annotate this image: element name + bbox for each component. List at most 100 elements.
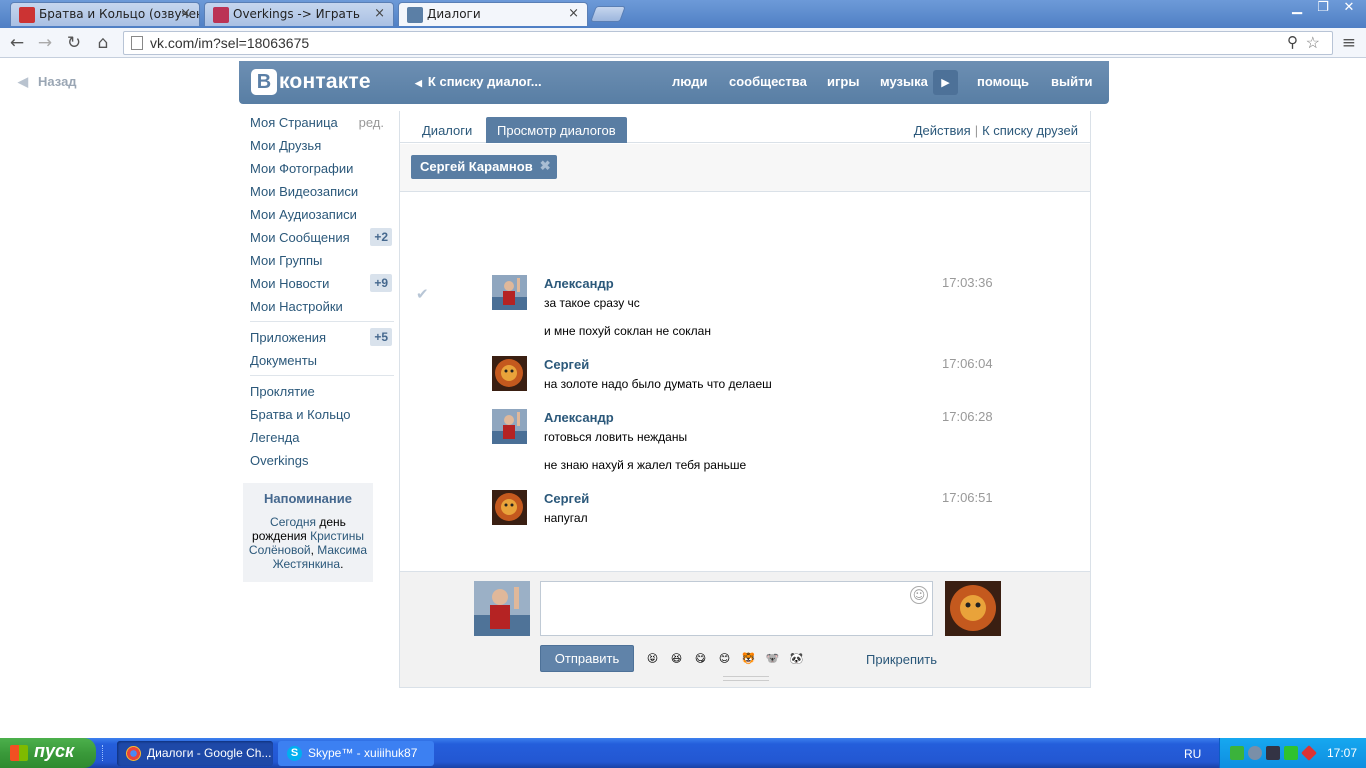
- menu-group-link[interactable]: Легенда: [242, 426, 394, 449]
- menu-documents[interactable]: Документы: [242, 349, 394, 372]
- nav-people[interactable]: люди: [672, 74, 707, 89]
- new-tab-button[interactable]: [590, 6, 626, 22]
- tab-label: Диалоги: [427, 7, 481, 21]
- back-to-dialogs-link[interactable]: ◀ К списку диалог...: [415, 74, 542, 89]
- menu-group-link[interactable]: Overkings: [242, 449, 394, 472]
- nav-games[interactable]: игры: [827, 74, 859, 89]
- menu-label: Братва и Кольцо: [250, 407, 351, 422]
- tab-view-dialogs[interactable]: Просмотр диалогов: [486, 117, 627, 143]
- tab-close-icon[interactable]: ×: [180, 6, 191, 21]
- maximize-icon[interactable]: ❐: [1310, 0, 1336, 18]
- vk-logo[interactable]: В контакте: [251, 69, 371, 95]
- emoji-blush-icon[interactable]: 😊: [715, 649, 734, 668]
- back-link[interactable]: ◀ Назад: [18, 74, 77, 90]
- tab-dialogs[interactable]: Диалоги: [411, 117, 483, 143]
- menu-group-link[interactable]: Проклятие: [242, 380, 394, 403]
- message-author[interactable]: Сергей: [544, 491, 589, 506]
- menu-audio[interactable]: Мои Аудиозаписи: [242, 203, 394, 226]
- send-button[interactable]: Отправить: [540, 645, 634, 672]
- nav-logout[interactable]: выйти: [1051, 74, 1092, 89]
- back-arrow-icon[interactable]: ←: [6, 32, 28, 54]
- tray-steam-icon[interactable]: [1248, 746, 1262, 760]
- menu-groups[interactable]: Мои Группы: [242, 249, 394, 272]
- menu-messages[interactable]: Мои Сообщения +2: [242, 226, 394, 249]
- minimize-icon[interactable]: ▁: [1284, 0, 1310, 18]
- taskbar-chrome[interactable]: Диалоги - Google Ch...: [117, 741, 273, 766]
- url-text: vk.com/im?sel=18063675: [150, 35, 310, 51]
- nav-help[interactable]: помощь: [977, 74, 1029, 89]
- bookmark-star-icon[interactable]: ☆: [1306, 33, 1320, 53]
- friends-list-link[interactable]: К списку друзей: [982, 123, 1078, 138]
- message-author[interactable]: Александр: [544, 410, 614, 425]
- left-menu: Моя Страница ред. Мои Друзья Мои Фотогра…: [242, 111, 394, 472]
- language-indicator[interactable]: RU: [1184, 747, 1201, 761]
- nav-communities[interactable]: сообщества: [729, 74, 807, 89]
- vk-header: В контакте ◀ К списку диалог... люди сооб…: [239, 61, 1109, 104]
- attach-link[interactable]: Прикрепить: [866, 652, 937, 667]
- forward-arrow-icon[interactable]: →: [34, 32, 56, 54]
- message-text: напугал: [544, 511, 588, 525]
- tray-check-icon[interactable]: [1230, 746, 1244, 760]
- tray-green-icon[interactable]: [1284, 746, 1298, 760]
- start-button[interactable]: пуск: [0, 738, 96, 768]
- menu-photos[interactable]: Мои Фотографии: [242, 157, 394, 180]
- peer-tag[interactable]: Сергей Карамнов ✖: [411, 155, 557, 179]
- smile-icon[interactable]: ☺: [910, 586, 928, 604]
- peer-avatar[interactable]: [945, 581, 1001, 636]
- play-icon[interactable]: ▶: [933, 70, 958, 95]
- resize-grip[interactable]: [723, 676, 769, 681]
- back-to-dialogs-label: К списку диалог...: [427, 74, 542, 89]
- menu-friends[interactable]: Мои Друзья: [242, 134, 394, 157]
- today-link[interactable]: Сегодня: [270, 515, 316, 529]
- task-label: Skype™ - xuiiihuk87: [308, 746, 418, 760]
- message-input[interactable]: ☺: [540, 581, 933, 636]
- emoji-yum-icon[interactable]: 😋: [691, 649, 710, 668]
- browser-tab-dialogs[interactable]: Диалоги ×: [398, 2, 588, 26]
- close-window-icon[interactable]: ✕: [1336, 0, 1362, 18]
- browser-toolbar: ← → ↻ ⌂ vk.com/im?sel=18063675 ⚲ ☆ ≡: [0, 28, 1366, 58]
- avatar[interactable]: [492, 409, 527, 444]
- emoji-panda-icon[interactable]: 🐼: [787, 649, 806, 668]
- message-text: не знаю нахуй я жалел тебя раньше: [544, 458, 747, 472]
- menu-group-link[interactable]: Братва и Кольцо: [242, 403, 394, 426]
- menu-label: Документы: [250, 353, 318, 368]
- reload-icon[interactable]: ↻: [63, 32, 85, 54]
- menu-my-page[interactable]: Моя Страница ред.: [242, 111, 394, 134]
- chrome-menu-icon[interactable]: ≡: [1342, 33, 1356, 53]
- tab-close-icon[interactable]: ×: [374, 6, 385, 21]
- emoji-laugh-icon[interactable]: 😆: [667, 649, 686, 668]
- menu-label: Мои Видеозаписи: [250, 184, 359, 199]
- menu-label: Мои Группы: [250, 253, 323, 268]
- zoom-icon[interactable]: ⚲: [1287, 33, 1298, 51]
- edit-link[interactable]: ред.: [359, 115, 384, 130]
- menu-videos[interactable]: Мои Видеозаписи: [242, 180, 394, 203]
- taskbar-skype[interactable]: S Skype™ - xuiiihuk87: [278, 741, 434, 766]
- birthday-reminder: Напоминание Сегодня день рождения Кристи…: [243, 483, 373, 582]
- nav-music[interactable]: музыка: [880, 74, 928, 89]
- avatar[interactable]: [492, 275, 527, 310]
- page-icon: [131, 36, 143, 50]
- avatar[interactable]: [492, 490, 527, 525]
- tab-close-icon[interactable]: ×: [568, 6, 579, 21]
- browser-tab-bratva[interactable]: Братва и Кольцо (озвучено ×: [10, 2, 200, 26]
- my-avatar[interactable]: [474, 581, 530, 636]
- tray-network-icon[interactable]: [1301, 745, 1317, 761]
- reminder-text: Сегодня день рождения Кристины Солёновой…: [247, 515, 369, 571]
- home-icon[interactable]: ⌂: [92, 32, 114, 54]
- message-author[interactable]: Александр: [544, 276, 614, 291]
- menu-settings[interactable]: Мои Настройки: [242, 295, 394, 318]
- message-author[interactable]: Сергей: [544, 357, 589, 372]
- emoji-tongue-icon[interactable]: 😝: [643, 649, 662, 668]
- actions-link[interactable]: Действия: [914, 123, 971, 138]
- emoji-koala-icon[interactable]: 🐨: [763, 649, 782, 668]
- message-text: на золоте надо было думать что делаеш: [544, 377, 772, 391]
- menu-news[interactable]: Мои Новости +9: [242, 272, 394, 295]
- message-text: готовься ловить нежданы: [544, 430, 688, 444]
- avatar[interactable]: [492, 356, 527, 391]
- browser-tab-overkings[interactable]: Overkings -> Играть ×: [204, 2, 394, 26]
- menu-apps[interactable]: Приложения +5: [242, 326, 394, 349]
- address-bar[interactable]: vk.com/im?sel=18063675 ⚲ ☆: [123, 31, 1333, 55]
- tray-app-icon[interactable]: [1266, 746, 1280, 760]
- remove-peer-icon[interactable]: ✖: [540, 158, 551, 174]
- emoji-tiger-icon[interactable]: 🐯: [739, 649, 758, 668]
